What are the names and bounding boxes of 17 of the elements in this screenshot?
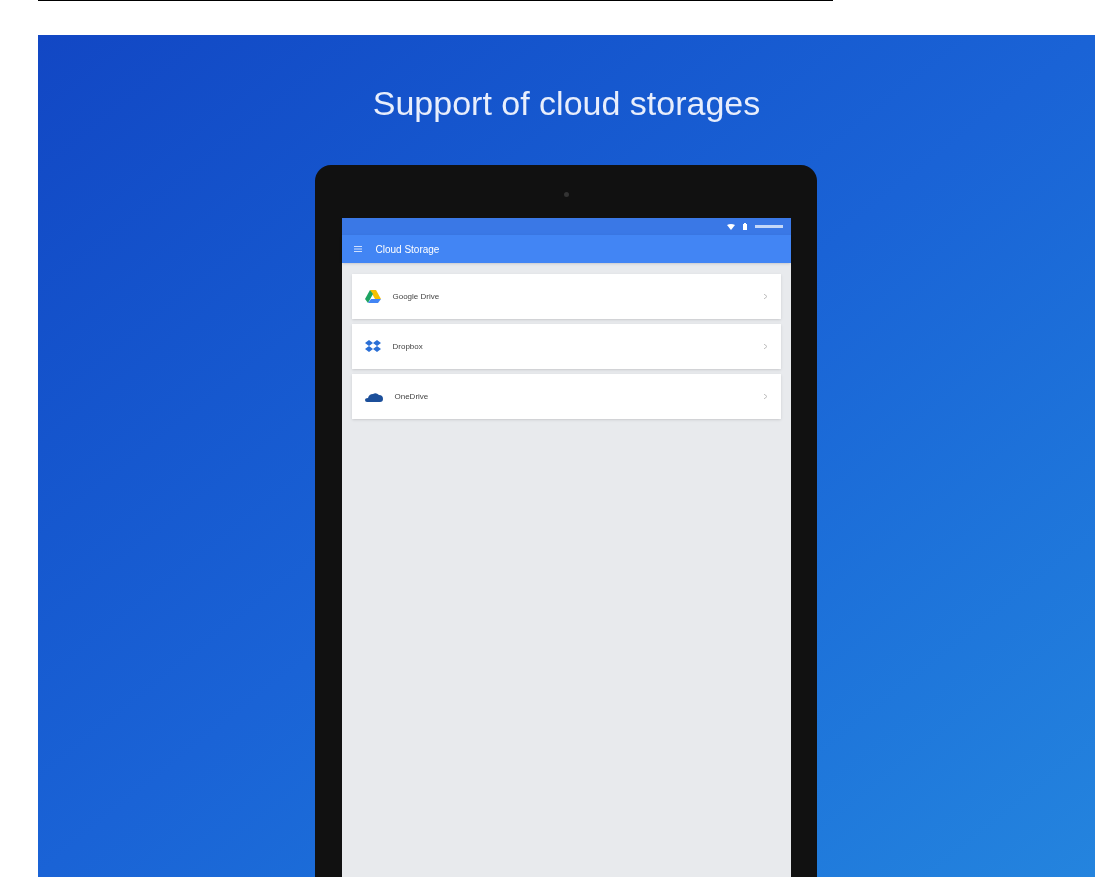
cloud-icon — [364, 391, 383, 402]
storage-name: OneDrive — [394, 390, 430, 403]
storage-name: Google Drive — [392, 290, 441, 303]
storage-name: Dropbox — [392, 340, 424, 353]
storage-list-item[interactable]: Dropbox — [351, 324, 781, 369]
app-bar-title: Cloud Storage — [375, 242, 440, 257]
storage-list-item[interactable]: Google Drive — [351, 274, 781, 319]
headline: Support of cloud storages — [372, 83, 761, 123]
triangle-logo-icon — [364, 290, 381, 303]
chevron-icon — [763, 394, 767, 399]
chevron-icon — [763, 344, 767, 349]
box-logo-icon — [364, 340, 381, 353]
battery-icon — [742, 223, 747, 230]
storage-list-item[interactable]: OneDrive — [351, 374, 781, 419]
chevron-icon — [763, 294, 767, 299]
wifi-icon — [726, 223, 735, 230]
menu-icon[interactable] — [353, 246, 362, 252]
